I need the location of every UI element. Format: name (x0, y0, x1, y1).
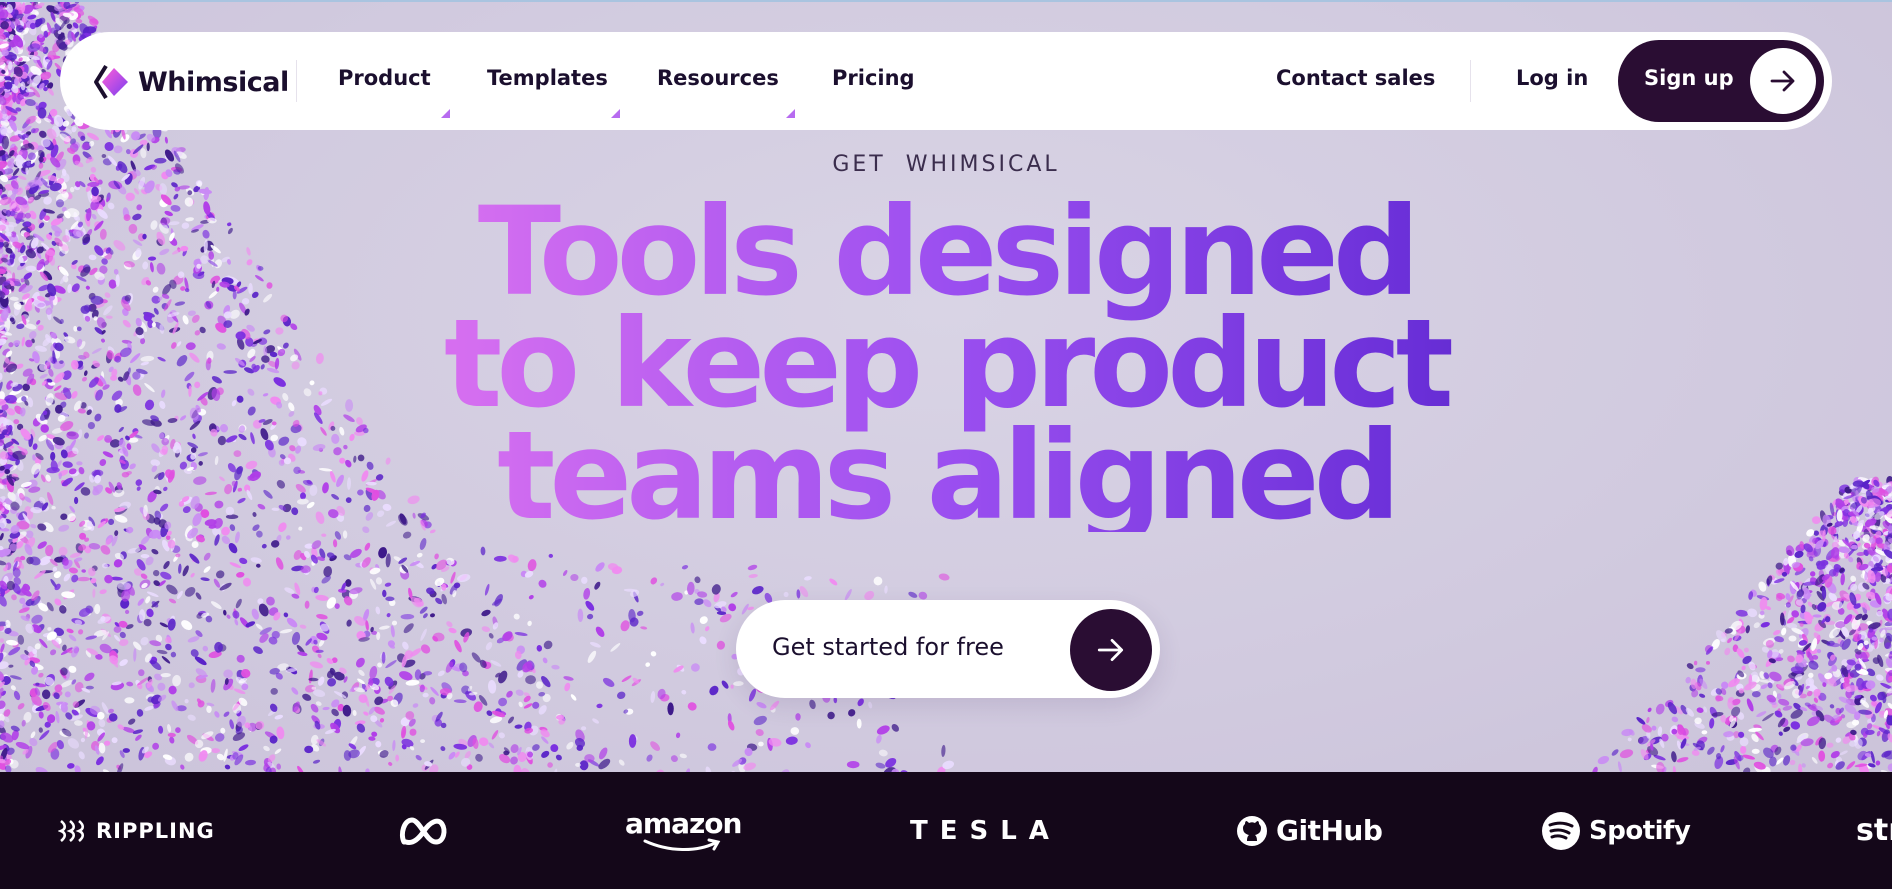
customer-logo-strip: RIPPLING amazon TESLA GitHub Spotify st (0, 772, 1892, 889)
tesla-wordmark: TESLA (910, 815, 1061, 846)
nav-item-pricing[interactable]: Pricing (832, 66, 915, 90)
spotify-wordmark: Spotify (1589, 815, 1691, 846)
headline-line: teams aligned (497, 405, 1395, 547)
top-nav: Whimsical Product Templates Resources Pr… (60, 32, 1832, 130)
spotify-logo: Spotify (1541, 772, 1691, 889)
github-icon (1237, 815, 1267, 846)
arrow-right-icon (1750, 48, 1816, 114)
github-logo: GitHub (1236, 772, 1383, 889)
signup-label: Sign up (1644, 66, 1734, 90)
spotify-icon (1542, 811, 1580, 850)
tesla-logo: TESLA (910, 772, 1061, 889)
nav-item-templates[interactable]: Templates (487, 66, 608, 90)
github-wordmark: GitHub (1276, 814, 1383, 847)
nav-item-product[interactable]: Product (338, 66, 431, 90)
nav-item-resources[interactable]: Resources (657, 66, 779, 90)
whimsical-logo-icon (94, 64, 128, 100)
meta-icon (399, 816, 447, 845)
headline-line: to keep product (444, 293, 1448, 435)
amazon-logo: amazon (625, 772, 742, 889)
partial-logo: str (1856, 772, 1892, 889)
hero-headline: Tools designed to keep product teams ali… (0, 196, 1892, 532)
hero-section: Whimsical Product Templates Resources Pr… (0, 0, 1892, 772)
nav-divider (296, 60, 297, 102)
rippling-wordmark: RIPPLING (96, 818, 215, 843)
contact-sales-link[interactable]: Contact sales (1276, 66, 1435, 90)
logo-text: Whimsical (138, 66, 289, 98)
nav-divider (1470, 60, 1471, 102)
dropdown-caret-icon (611, 109, 620, 118)
arrow-right-icon (1070, 609, 1152, 691)
partial-wordmark: str (1856, 813, 1892, 848)
amazon-smile-icon (643, 838, 721, 851)
rippling-logo: RIPPLING (58, 772, 215, 889)
logo[interactable]: Whimsical (92, 62, 289, 102)
dropdown-caret-icon (786, 109, 795, 118)
amazon-wordmark: amazon (625, 806, 742, 840)
meta-logo (398, 772, 450, 889)
rippling-icon (58, 819, 85, 842)
cta-label: Get started for free (772, 633, 1004, 661)
get-started-button[interactable]: Get started for free (736, 600, 1160, 698)
login-link[interactable]: Log in (1516, 66, 1588, 90)
top-accent-line (0, 0, 1892, 2)
eyebrow-text: GET WHIMSICAL (832, 152, 1060, 177)
headline-line: Tools designed (477, 181, 1415, 323)
signup-button[interactable]: Sign up (1618, 40, 1824, 122)
dropdown-caret-icon (441, 109, 450, 118)
